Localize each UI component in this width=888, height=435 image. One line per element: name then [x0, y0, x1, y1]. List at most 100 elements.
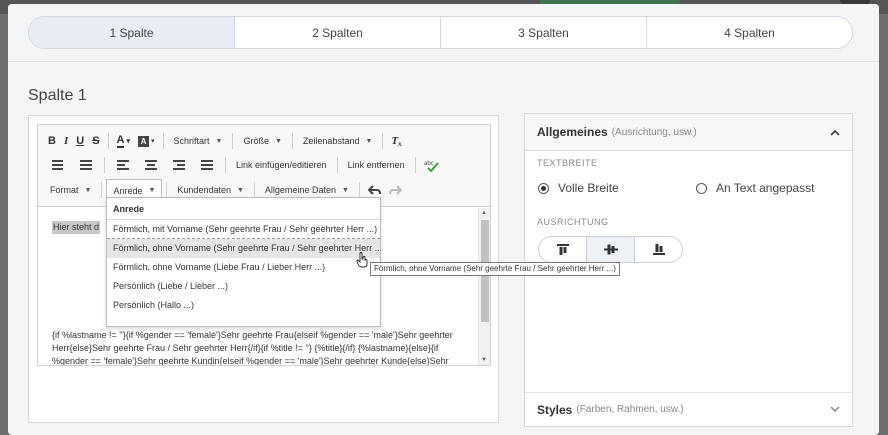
radio-unchecked-icon — [696, 182, 707, 194]
column-title: Spalte 1 — [28, 87, 87, 104]
text-color-label: A — [116, 134, 125, 148]
underline-button[interactable]: U — [72, 131, 88, 151]
radio-full-width-label: Volle Breite — [558, 181, 619, 195]
align-center-button[interactable] — [137, 155, 165, 175]
dropdown-item-personal-dear[interactable]: Persönlich (Liebe / Lieber ...) — [107, 277, 380, 296]
font-combo-label: Schriftart — [173, 136, 210, 146]
toolbar-separator — [162, 133, 164, 149]
dropdown-item-formal-no-firstname[interactable]: Förmlich, ohne Vorname (Sehr geehrte Fra… — [107, 239, 380, 258]
merge-field-code: {if %lastname != ''}{if %gender == 'fema… — [52, 330, 453, 365]
toolbar-separator — [101, 182, 103, 198]
align-left-button[interactable] — [109, 155, 137, 175]
tab-3-columns[interactable]: 3 Spalten — [440, 17, 646, 48]
align-center-icon — [143, 158, 159, 172]
chevron-down-icon: ▼ — [236, 186, 244, 194]
line-height-combo[interactable]: Zeilenabstand ▼ — [297, 131, 378, 151]
toolbar-separator — [166, 182, 168, 198]
numbered-list-button[interactable] — [44, 155, 72, 175]
general-data-combo-label: Allgemeine Daten — [264, 185, 336, 195]
column-editor-modal: 1 Spalte 2 Spalten 3 Spalten 4 Spalten S… — [8, 4, 879, 435]
radio-fit-text-label: An Text angepasst — [716, 181, 815, 195]
toolbar-separator — [104, 157, 105, 173]
toolbar-separator — [225, 157, 226, 173]
chevron-down-icon: ▼ — [215, 137, 223, 145]
tab-2-columns[interactable]: 2 Spalten — [234, 17, 440, 48]
tab-4-columns[interactable]: 4 Spalten — [646, 17, 852, 48]
undo-icon — [367, 184, 381, 195]
toolbar-row-1: B I U S A ▾ A ▾ Schriftart ▼ Größe ▼ Zei… — [44, 130, 406, 152]
numbered-list-icon — [50, 158, 66, 172]
chevron-down-icon: ▼ — [365, 137, 373, 145]
alignment-label: AUSRICHTUNG — [537, 217, 609, 227]
dropdown-title: Anrede — [107, 198, 380, 220]
placeholder-text: Hier steht d — [52, 221, 101, 234]
bold-button[interactable]: B — [44, 131, 60, 151]
spellcheck-button[interactable]: abc — [420, 155, 444, 175]
chevron-down-icon: ▾ — [151, 138, 155, 145]
bullet-list-button[interactable] — [72, 155, 100, 175]
chevron-down-icon: ▼ — [84, 186, 92, 194]
styles-section-subtitle: (Farben, Rahmen, usw.) — [576, 404, 684, 415]
radio-fit-text[interactable]: An Text angepasst — [696, 181, 815, 195]
svg-text:abc: abc — [424, 161, 434, 167]
styles-section-header[interactable]: Styles (Farben, Rahmen, usw.) — [525, 392, 852, 426]
align-top-button[interactable] — [539, 237, 586, 262]
general-section-title: Allgemeines — [537, 125, 608, 139]
link-edit-button[interactable]: Link einfügen/editieren — [230, 155, 333, 175]
redo-button[interactable] — [385, 180, 406, 200]
toolbar-separator — [358, 182, 360, 198]
background-color-icon: A — [138, 135, 149, 147]
size-combo[interactable]: Größe ▼ — [237, 131, 287, 151]
toolbar-separator — [336, 157, 338, 173]
dropdown-item-personal-hello[interactable]: Persönlich (Hallo ...) — [107, 296, 380, 315]
dropdown-item-formal-firstname[interactable]: Förmlich, mit Vorname (Sehr geehrte Frau… — [107, 220, 380, 239]
remove-format-x-icon: x — [398, 140, 402, 148]
align-middle-icon — [603, 244, 618, 255]
radio-full-width[interactable]: Volle Breite — [538, 181, 619, 195]
scroll-up-icon[interactable]: ▲ — [481, 210, 487, 216]
general-section-header[interactable]: Allgemeines (Ausrichtung, usw.) — [525, 114, 852, 151]
chevron-up-icon[interactable] — [830, 125, 840, 139]
dropdown-tooltip: Förmlich, ohne Vorname (Sehr geehrte Fra… — [370, 262, 620, 276]
salutation-dropdown: Anrede Förmlich, mit Vorname (Sehr geehr… — [106, 197, 381, 327]
styles-section-title: Styles — [537, 402, 573, 417]
radio-checked-icon — [538, 182, 549, 194]
chevron-down-icon: ▼ — [341, 186, 349, 194]
toolbar-separator — [291, 133, 293, 149]
text-width-label: TEXTBREITE — [537, 158, 598, 168]
align-middle-button[interactable] — [586, 237, 634, 262]
tabs-area: 1 Spalte 2 Spalten 3 Spalten 4 Spalten — [8, 4, 879, 62]
font-combo[interactable]: Schriftart ▼ — [168, 131, 229, 151]
link-remove-button[interactable]: Link entfernen — [342, 155, 411, 175]
chevron-down-icon: ▾ — [126, 138, 130, 145]
align-justify-button[interactable] — [193, 155, 221, 175]
align-bottom-icon — [652, 244, 665, 255]
chevron-down-icon[interactable] — [830, 402, 840, 416]
align-right-icon — [171, 158, 187, 172]
salutation-combo-label: Anrede — [113, 185, 143, 196]
general-section-subtitle: (Ausrichtung, usw.) — [611, 126, 697, 138]
align-justify-icon — [199, 158, 215, 172]
align-bottom-button[interactable] — [634, 237, 682, 262]
chevron-down-icon: ▼ — [148, 187, 156, 194]
spellcheck-icon: abc — [424, 161, 439, 172]
background-color-button[interactable]: A ▾ — [134, 131, 159, 151]
format-combo-label: Format — [50, 185, 79, 195]
toolbar-separator — [414, 157, 416, 173]
text-color-button[interactable]: A ▾ — [113, 131, 134, 151]
scroll-down-icon[interactable]: ▼ — [481, 357, 487, 363]
toolbar-row-2: Link einfügen/editieren Link entfernen a… — [44, 154, 444, 176]
line-height-combo-label: Zeilenabstand — [302, 136, 360, 146]
strikethrough-button[interactable]: S — [88, 131, 103, 151]
align-left-icon — [115, 158, 131, 172]
alignment-toggle — [538, 236, 683, 263]
tab-1-column[interactable]: 1 Spalte — [29, 17, 234, 48]
toolbar-separator — [253, 182, 255, 198]
dropdown-item-formal-dear[interactable]: Förmlich, ohne Vorname (Liebe Frau / Lie… — [107, 258, 380, 277]
align-right-button[interactable] — [165, 155, 193, 175]
format-combo[interactable]: Format ▼ — [44, 180, 97, 200]
editor-scrollbar[interactable]: ▲ ▼ — [478, 208, 490, 365]
italic-button[interactable]: I — [60, 131, 72, 151]
toolbar-separator — [232, 133, 234, 149]
remove-format-button[interactable]: Tx — [387, 131, 405, 151]
